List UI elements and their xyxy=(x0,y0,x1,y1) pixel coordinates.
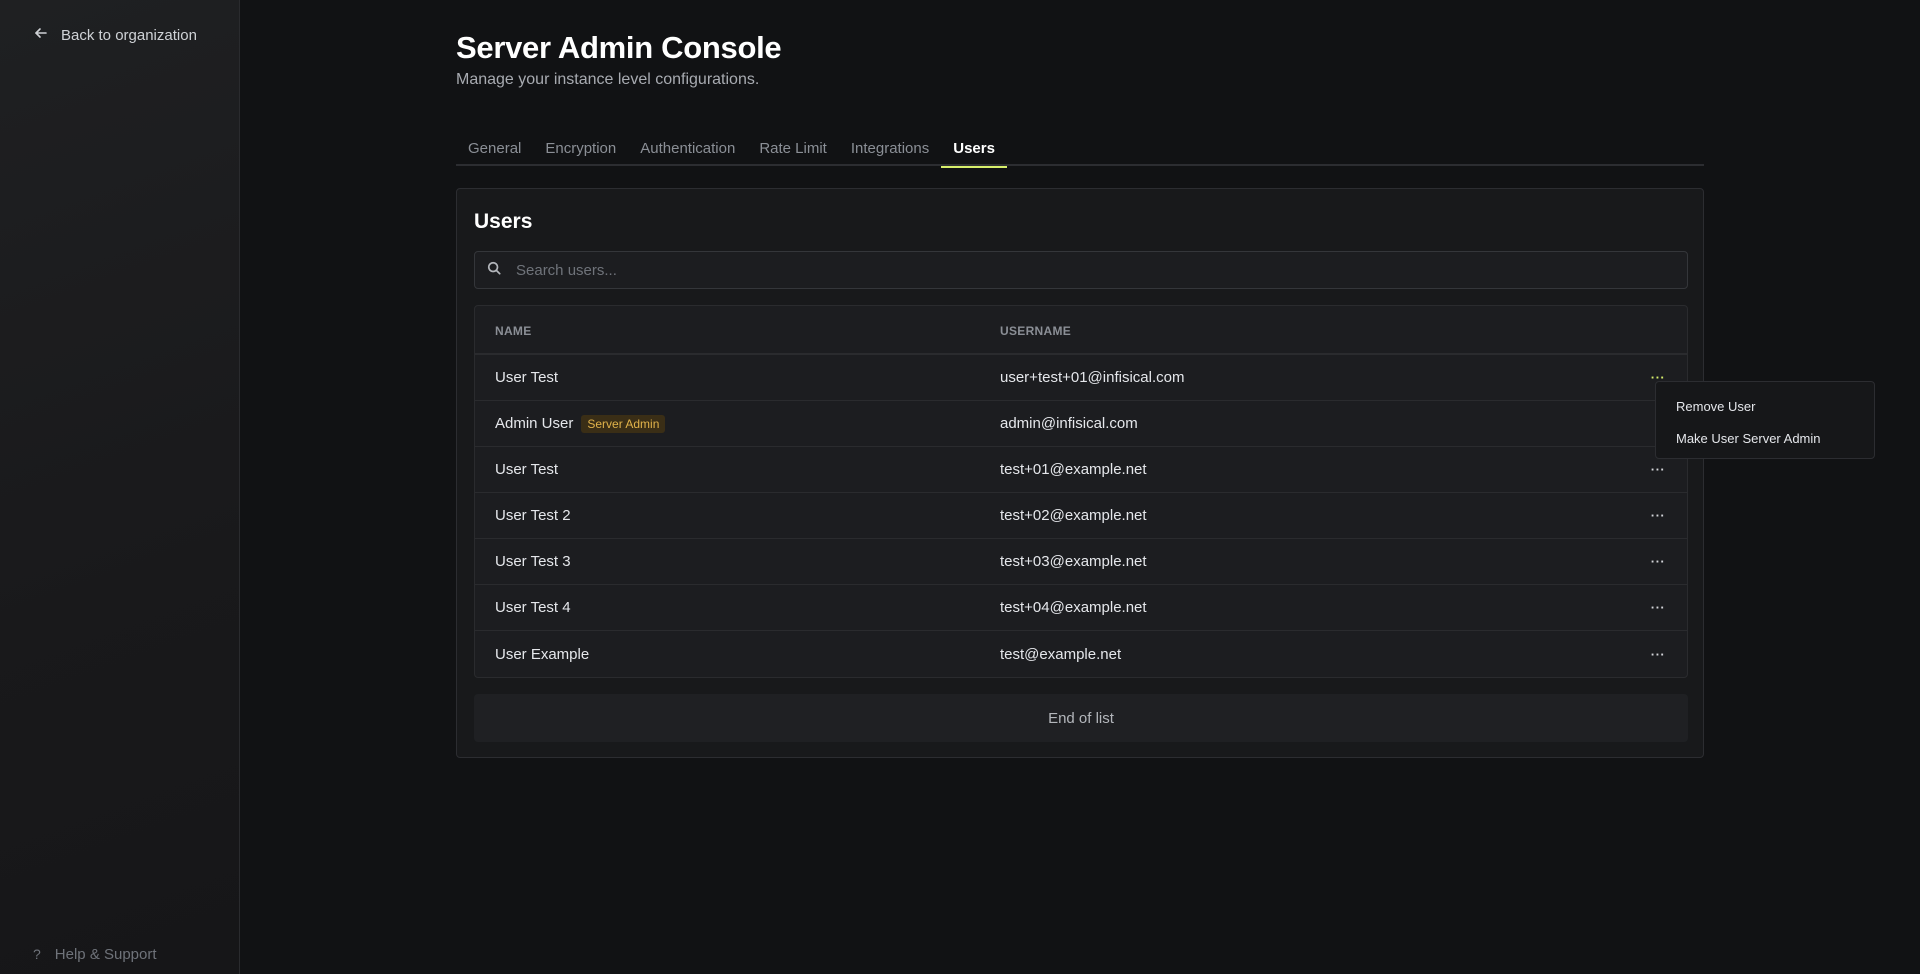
help-support-label: Help & Support xyxy=(54,945,157,963)
table-row: User Test 2 test+02@example.net ··· xyxy=(475,493,1687,539)
user-name: User Test xyxy=(495,461,559,478)
user-name-cell: User Test 2 xyxy=(495,507,571,524)
user-name: User Test xyxy=(495,369,559,386)
user-name-cell: User Example xyxy=(495,646,589,663)
table-row: Admin User Server Admin admin@infisical.… xyxy=(475,401,1687,447)
tab-users[interactable]: Users xyxy=(941,130,1007,168)
user-username: test+01@example.net xyxy=(1000,461,1147,478)
tab-bar: General Encryption Authentication Rate L… xyxy=(456,130,1704,168)
column-header-name: NAME xyxy=(495,324,532,338)
tab-encryption[interactable]: Encryption xyxy=(533,130,628,166)
more-options-icon[interactable]: ··· xyxy=(1647,643,1669,665)
more-options-icon[interactable]: ··· xyxy=(1647,597,1669,619)
question-icon: ? xyxy=(33,946,41,962)
more-options-icon[interactable]: ··· xyxy=(1647,459,1669,481)
more-options-icon[interactable]: ··· xyxy=(1647,551,1669,573)
column-header-username: USERNAME xyxy=(1000,324,1072,338)
remove-user-menu-item[interactable]: Remove User xyxy=(1656,390,1874,422)
user-name-cell: User Test xyxy=(495,369,558,386)
user-name: User Test 2 xyxy=(495,507,571,524)
user-username: test+04@example.net xyxy=(1000,599,1147,616)
user-username: test+02@example.net xyxy=(1000,507,1147,524)
users-card-title: Users xyxy=(474,210,533,233)
tab-integrations[interactable]: Integrations xyxy=(839,130,941,166)
search-bar xyxy=(474,251,1688,289)
end-of-list: End of list xyxy=(474,694,1688,742)
tab-rate-limit[interactable]: Rate Limit xyxy=(747,130,839,166)
user-username: admin@infisical.com xyxy=(1000,415,1138,432)
user-name-cell: User Test 3 xyxy=(495,553,571,570)
table-header: NAME USERNAME xyxy=(475,306,1687,355)
more-options-icon[interactable]: ··· xyxy=(1647,505,1669,527)
server-admin-badge: Server Admin xyxy=(581,414,666,433)
back-link-label: Back to organization xyxy=(61,26,197,44)
sidebar: Back to organization ? Help & Support xyxy=(0,0,240,974)
search-icon xyxy=(475,261,501,280)
page-title: Server Admin Console xyxy=(456,30,782,65)
table-row: User Test 3 test+03@example.net ··· xyxy=(475,539,1687,585)
table-row: User Example test@example.net ··· xyxy=(475,631,1687,677)
user-username: user+test+01@infisical.com xyxy=(1000,369,1185,386)
user-name-cell: Admin User Server Admin xyxy=(495,414,666,433)
arrow-left-icon xyxy=(33,25,49,45)
page-subtitle: Manage your instance level configuration… xyxy=(456,71,760,88)
table-row: User Test 4 test+04@example.net ··· xyxy=(475,585,1687,631)
users-card: Users NAME USERNAME User Test xyxy=(456,188,1704,758)
tab-authentication[interactable]: Authentication xyxy=(628,130,747,166)
user-name: Admin User xyxy=(495,415,574,432)
search-input[interactable] xyxy=(516,261,1666,279)
user-name-cell: User Test xyxy=(495,461,558,478)
back-to-organization-link[interactable]: Back to organization xyxy=(33,22,197,48)
user-name: User Test 4 xyxy=(495,599,571,616)
help-support-link[interactable]: ? Help & Support xyxy=(33,942,157,966)
user-username: test@example.net xyxy=(1000,645,1122,663)
user-name: User Example xyxy=(495,645,590,663)
user-actions-dropdown: Remove User Make User Server Admin xyxy=(1655,381,1875,459)
users-table: NAME USERNAME User Test user+test+01@inf… xyxy=(474,305,1688,678)
tab-general[interactable]: General xyxy=(456,130,533,166)
user-name-cell: User Test 4 xyxy=(495,599,571,616)
user-name: User Test 3 xyxy=(495,553,571,570)
table-row: User Test user+test+01@infisical.com ··· xyxy=(475,355,1687,401)
table-row: User Test test+01@example.net ··· xyxy=(475,447,1687,493)
user-username: test+03@example.net xyxy=(1000,553,1147,570)
make-server-admin-menu-item[interactable]: Make User Server Admin xyxy=(1656,422,1874,454)
app: Back to organization ? Help & Support Se… xyxy=(0,0,1920,974)
